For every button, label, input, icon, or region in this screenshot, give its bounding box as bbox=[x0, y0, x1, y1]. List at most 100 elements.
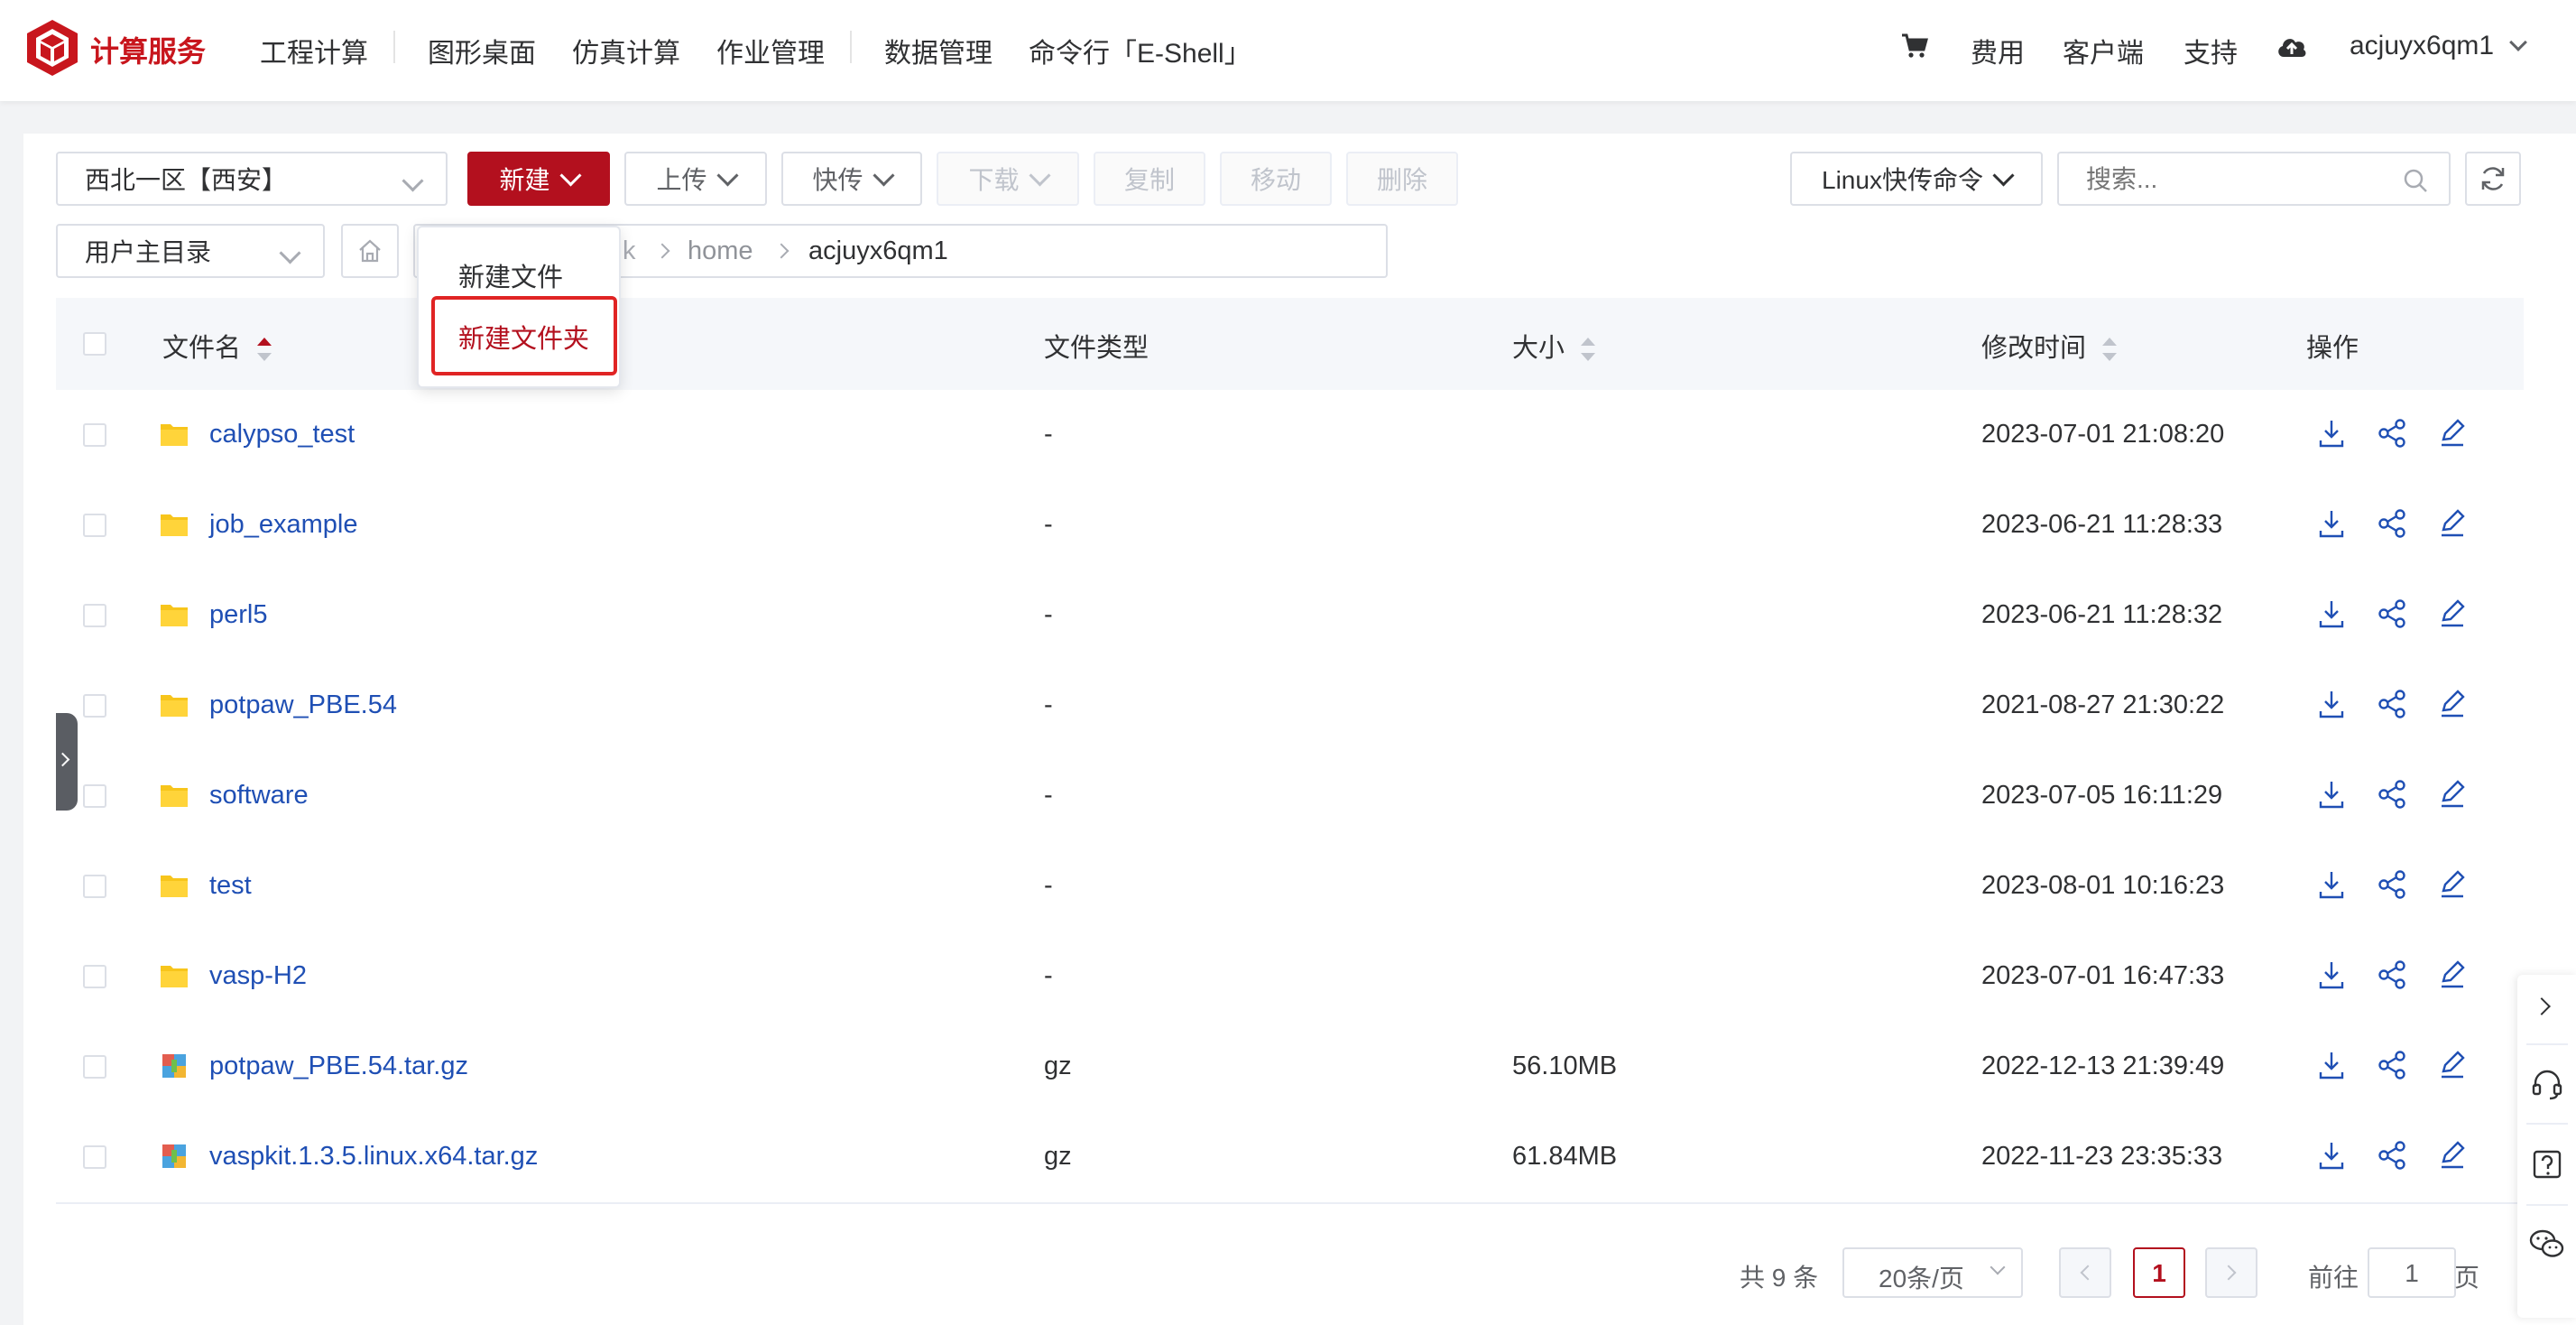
share-icon[interactable] bbox=[2377, 959, 2409, 991]
client-link[interactable]: 客户端 bbox=[2063, 31, 2144, 70]
region-select[interactable]: 西北一区【西安】 bbox=[56, 152, 448, 206]
share-icon[interactable] bbox=[2377, 868, 2409, 901]
download-icon[interactable] bbox=[2315, 688, 2348, 720]
file-name-link[interactable]: calypso_test bbox=[209, 420, 355, 449]
row-checkbox[interactable] bbox=[83, 1055, 106, 1079]
download-icon[interactable] bbox=[2315, 868, 2348, 901]
chevron-right-icon[interactable] bbox=[2533, 997, 2551, 1015]
search-box[interactable] bbox=[2057, 152, 2451, 206]
wechat-icon[interactable] bbox=[2528, 1228, 2566, 1262]
row-checkbox[interactable] bbox=[83, 1145, 106, 1169]
file-name-link[interactable]: vaspkit.1.3.5.linux.x64.tar.gz bbox=[209, 1142, 538, 1172]
download-icon[interactable] bbox=[2315, 1139, 2348, 1172]
edit-icon[interactable] bbox=[2436, 507, 2469, 540]
new-button[interactable]: 新建 bbox=[467, 152, 610, 206]
share-icon[interactable] bbox=[2377, 507, 2409, 540]
select-all-checkbox[interactable] bbox=[83, 332, 106, 356]
move-button[interactable]: 移动 bbox=[1220, 152, 1332, 206]
file-name-link[interactable]: software bbox=[209, 781, 309, 811]
download-button[interactable]: 下载 bbox=[937, 152, 1079, 206]
download-icon[interactable] bbox=[2315, 1049, 2348, 1081]
cart-icon[interactable] bbox=[1900, 32, 1929, 60]
table-row[interactable]: calypso_test - 2023-07-01 21:08:20 bbox=[56, 390, 2524, 482]
row-checkbox[interactable] bbox=[83, 784, 106, 808]
search-input[interactable] bbox=[2084, 162, 2386, 197]
copy-button[interactable]: 复制 bbox=[1094, 152, 1205, 206]
download-icon[interactable] bbox=[2315, 598, 2348, 630]
table-row[interactable]: vaspkit.1.3.5.linux.x64.tar.gz gz 61.84M… bbox=[56, 1112, 2524, 1204]
upload-button[interactable]: 上传 bbox=[624, 152, 767, 206]
row-checkbox[interactable] bbox=[83, 514, 106, 537]
edit-icon[interactable] bbox=[2436, 1139, 2469, 1172]
nav-jobs[interactable]: 作业管理 bbox=[716, 31, 825, 70]
table-row[interactable]: software - 2023-07-05 16:11:29 bbox=[56, 751, 2524, 843]
nav-simulation[interactable]: 仿真计算 bbox=[572, 31, 680, 70]
linux-command-select[interactable]: Linux快传命令 bbox=[1790, 152, 2043, 206]
download-icon[interactable] bbox=[2315, 959, 2348, 991]
share-icon[interactable] bbox=[2377, 688, 2409, 720]
share-icon[interactable] bbox=[2377, 1139, 2409, 1172]
username[interactable]: acjuyx6qm1 bbox=[2350, 31, 2494, 61]
download-icon[interactable] bbox=[2315, 507, 2348, 540]
table-row[interactable]: potpaw_PBE.54 - 2021-08-27 21:30:22 bbox=[56, 661, 2524, 753]
sort-icon[interactable] bbox=[257, 338, 272, 362]
column-mtime[interactable]: 修改时间 bbox=[1981, 327, 2118, 365]
root-dir-select[interactable]: 用户主目录 bbox=[56, 224, 325, 278]
headset-icon[interactable] bbox=[2530, 1067, 2564, 1101]
page-number-current[interactable]: 1 bbox=[2133, 1247, 2185, 1298]
download-icon[interactable] bbox=[2315, 417, 2348, 449]
file-name-link[interactable]: potpaw_PBE.54.tar.gz bbox=[209, 1052, 468, 1081]
support-link[interactable]: 支持 bbox=[2184, 31, 2238, 70]
edit-icon[interactable] bbox=[2436, 868, 2469, 901]
table-row[interactable]: job_example - 2023-06-21 11:28:33 bbox=[56, 480, 2524, 572]
cloud-upload-icon[interactable] bbox=[2276, 32, 2308, 60]
file-name-link[interactable]: perl5 bbox=[209, 600, 268, 630]
table-row[interactable]: vasp-H2 - 2023-07-01 16:47:33 bbox=[56, 931, 2524, 1024]
brand-logo[interactable] bbox=[25, 18, 79, 78]
delete-button[interactable]: 删除 bbox=[1346, 152, 1458, 206]
fast-transfer-button[interactable]: 快传 bbox=[781, 152, 922, 206]
row-checkbox[interactable] bbox=[83, 604, 106, 627]
sort-icon[interactable] bbox=[2102, 338, 2118, 362]
page-size-select[interactable]: 20条/页 bbox=[1842, 1247, 2023, 1298]
help-icon[interactable] bbox=[2530, 1148, 2564, 1182]
breadcrumb-item[interactable]: k bbox=[623, 236, 636, 266]
next-page-button[interactable] bbox=[2205, 1247, 2257, 1298]
file-name-link[interactable]: job_example bbox=[209, 510, 357, 540]
search-icon[interactable] bbox=[2402, 167, 2429, 194]
share-icon[interactable] bbox=[2377, 598, 2409, 630]
share-icon[interactable] bbox=[2377, 417, 2409, 449]
column-name[interactable]: 文件名 bbox=[162, 327, 272, 365]
chevron-down-icon[interactable] bbox=[2509, 33, 2527, 51]
share-icon[interactable] bbox=[2377, 778, 2409, 811]
nav-desktop[interactable]: 图形桌面 bbox=[428, 31, 536, 70]
sort-icon[interactable] bbox=[1581, 338, 1596, 362]
goto-page-input[interactable]: 1 bbox=[2368, 1247, 2456, 1298]
file-name-link[interactable]: potpaw_PBE.54 bbox=[209, 690, 397, 720]
download-icon[interactable] bbox=[2315, 778, 2348, 811]
prev-page-button[interactable] bbox=[2059, 1247, 2111, 1298]
edit-icon[interactable] bbox=[2436, 598, 2469, 630]
nav-engineering[interactable]: 工程计算 bbox=[260, 31, 368, 70]
sidebar-toggle[interactable] bbox=[55, 713, 78, 811]
column-size[interactable]: 大小 bbox=[1512, 327, 1596, 365]
file-name-link[interactable]: test bbox=[209, 871, 252, 901]
table-row[interactable]: perl5 - 2023-06-21 11:28:32 bbox=[56, 570, 2524, 662]
fee-link[interactable]: 费用 bbox=[1971, 31, 2025, 70]
table-row[interactable]: test - 2023-08-01 10:16:23 bbox=[56, 841, 2524, 933]
row-checkbox[interactable] bbox=[83, 423, 106, 447]
nav-data[interactable]: 数据管理 bbox=[884, 31, 993, 70]
edit-icon[interactable] bbox=[2436, 778, 2469, 811]
row-checkbox[interactable] bbox=[83, 875, 106, 898]
edit-icon[interactable] bbox=[2436, 959, 2469, 991]
breadcrumb-item[interactable]: home bbox=[688, 236, 753, 266]
row-checkbox[interactable] bbox=[83, 965, 106, 988]
refresh-button[interactable] bbox=[2465, 152, 2521, 206]
row-checkbox[interactable] bbox=[83, 694, 106, 718]
share-icon[interactable] bbox=[2377, 1049, 2409, 1081]
edit-icon[interactable] bbox=[2436, 417, 2469, 449]
edit-icon[interactable] bbox=[2436, 1049, 2469, 1081]
edit-icon[interactable] bbox=[2436, 688, 2469, 720]
breadcrumb-item[interactable]: acjuyx6qm1 bbox=[808, 236, 948, 266]
menu-item-new-file[interactable]: 新建文件 bbox=[458, 256, 563, 294]
